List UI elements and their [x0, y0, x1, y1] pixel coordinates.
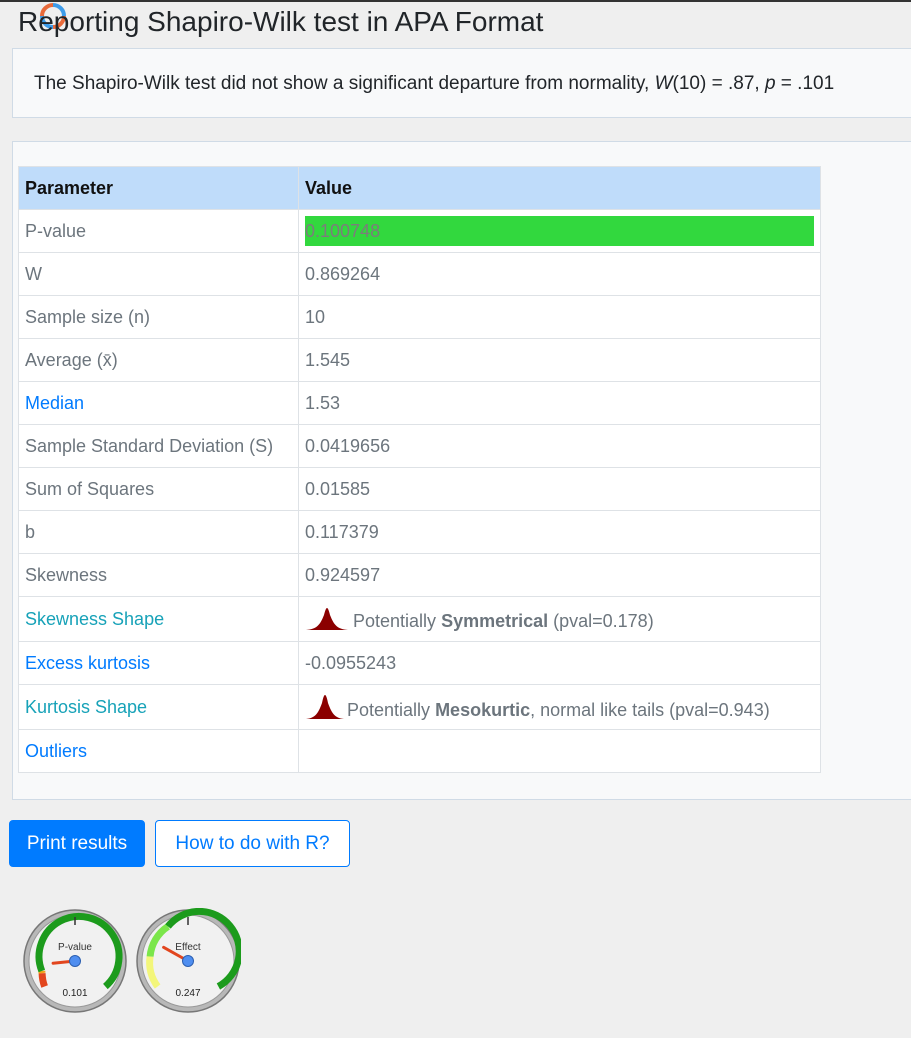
skew-shape-bold: Symmetrical — [441, 610, 549, 631]
row-value: 1.53 — [298, 381, 821, 425]
row-value: 1.545 — [298, 338, 821, 382]
table-row: Median 1.53 — [18, 381, 821, 425]
skewness-shape-link[interactable]: Skewness Shape — [18, 596, 299, 642]
outliers-link[interactable]: Outliers — [18, 729, 299, 773]
results-table: Parameter Value P-value 0.100748 W 0.869… — [18, 166, 821, 773]
table-row: Average (x̄) 1.545 — [18, 338, 821, 382]
row-value: 0.869264 — [298, 252, 821, 296]
page-title: Reporting Shapiro-Wilk test in APA Forma… — [18, 6, 544, 37]
row-label: Skewness — [18, 553, 299, 597]
row-value: 10 — [298, 295, 821, 339]
table-row: Sample size (n) 10 — [18, 295, 821, 339]
kurtosis-shape-value: Potentially Mesokurtic, normal like tail… — [298, 684, 821, 730]
row-value: 0.0419656 — [298, 424, 821, 468]
row-label: Sum of Squares — [18, 467, 299, 511]
pvalue-gauge-title: P-value — [58, 942, 92, 953]
apa-p-symbol: p — [764, 73, 776, 94]
apa-prefix: The Shapiro-Wilk test did not show a sig… — [34, 73, 655, 94]
row-value: 0.924597 — [298, 553, 821, 597]
table-row: Excess kurtosis -0.0955243 — [18, 641, 821, 685]
pvalue-gauge: P-value 0.101 — [23, 909, 127, 1013]
kurt-shape-pre: Potentially — [347, 699, 436, 720]
row-label: Sample size (n) — [18, 295, 299, 339]
header-parameter: Parameter — [18, 166, 299, 210]
table-row: Skewness Shape Potentially Symmetrical (… — [18, 596, 821, 642]
effect-gauge-value: 0.247 — [175, 988, 200, 999]
skew-shape-post: (pval=0.178) — [548, 610, 654, 631]
kurtosis-shape-link[interactable]: Kurtosis Shape — [18, 684, 299, 730]
table-row: Outliers — [18, 729, 821, 773]
bell-curve-icon — [306, 694, 344, 719]
skewness-shape-value: Potentially Symmetrical (pval=0.178) — [298, 596, 821, 642]
table-header-row: Parameter Value — [18, 166, 821, 210]
pvalue-cell: 0.100748 — [298, 209, 821, 253]
kurt-shape-bold: Mesokurtic — [435, 699, 531, 720]
row-value: -0.0955243 — [298, 641, 821, 685]
pvalue-bar: 0.100748 — [305, 216, 814, 246]
apa-sentence: The Shapiro-Wilk test did not show a sig… — [34, 73, 834, 95]
apa-p-value: = .101 — [775, 73, 835, 94]
table-row: Kurtosis Shape Potentially Mesokurtic, n… — [18, 684, 821, 730]
apa-w-symbol: W — [654, 73, 673, 94]
header-value: Value — [298, 166, 821, 210]
bell-curve-icon — [306, 607, 348, 630]
apa-report-box: The Shapiro-Wilk test did not show a sig… — [12, 48, 911, 118]
effect-gauge: Effect 0.247 — [136, 908, 241, 1013]
table-row: P-value 0.100748 — [18, 209, 821, 253]
row-value: 0.117379 — [298, 510, 821, 554]
row-value — [298, 729, 821, 773]
row-label: Average (x̄) — [18, 338, 299, 382]
row-label: W — [18, 252, 299, 296]
how-to-r-button[interactable]: How to do with R? — [155, 820, 350, 867]
table-row: Skewness 0.924597 — [18, 553, 821, 597]
median-link[interactable]: Median — [18, 381, 299, 425]
table-row: W 0.869264 — [18, 252, 821, 296]
pvalue-gauge-value: 0.101 — [62, 988, 87, 999]
table-row: Sample Standard Deviation (S) 0.0419656 — [18, 424, 821, 468]
excess-kurtosis-link[interactable]: Excess kurtosis — [18, 641, 299, 685]
kurt-shape-post: , normal like tails (pval=0.943) — [530, 699, 770, 720]
effect-gauge-title: Effect — [175, 942, 201, 953]
row-value: 0.01585 — [298, 467, 821, 511]
skew-shape-pre: Potentially — [353, 610, 442, 631]
row-label: b — [18, 510, 299, 554]
apa-df: (10) = .87, — [672, 73, 765, 94]
row-label: Sample Standard Deviation (S) — [18, 424, 299, 468]
table-row: Sum of Squares 0.01585 — [18, 467, 821, 511]
print-results-button[interactable]: Print results — [9, 820, 145, 867]
row-label: P-value — [18, 209, 299, 253]
table-row: b 0.117379 — [18, 510, 821, 554]
